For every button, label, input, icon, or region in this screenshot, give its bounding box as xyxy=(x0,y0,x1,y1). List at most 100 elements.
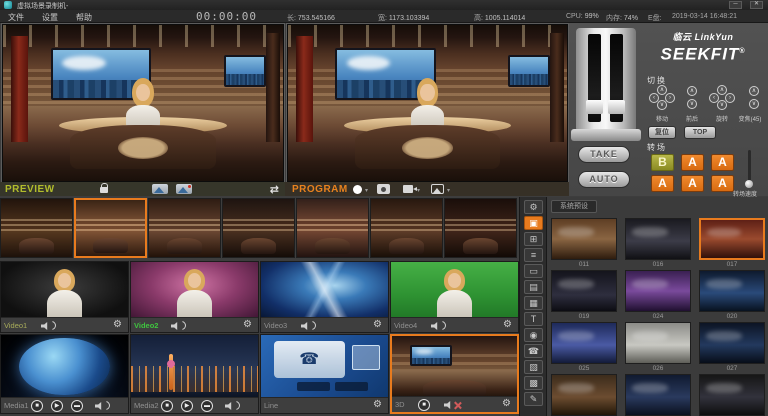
menu-help[interactable]: 帮助 xyxy=(76,12,92,23)
preset-row4-1[interactable] xyxy=(551,374,617,416)
scene-thumb-1[interactable] xyxy=(0,198,73,258)
video2-cell[interactable]: Video2 ⚙ xyxy=(130,261,259,333)
scene-thumb-6[interactable] xyxy=(370,198,443,258)
copy-icon[interactable]: ⊞ xyxy=(524,232,543,246)
speed-slider-knob[interactable] xyxy=(745,180,753,188)
video4-cell[interactable]: Video4 ⚙ xyxy=(390,261,519,333)
record-icon[interactable] xyxy=(353,185,362,194)
media2-cell[interactable]: Media2 ■ ▶ ▬ xyxy=(130,334,259,414)
transition-effect-b-icon[interactable] xyxy=(176,184,192,194)
scene3d-stop-button[interactable]: ■ xyxy=(418,399,430,411)
take-button[interactable]: TAKE xyxy=(578,146,630,163)
speaker-icon[interactable] xyxy=(95,402,105,410)
edit-icon[interactable]: ✎ xyxy=(524,392,543,406)
t-bar-handle-right[interactable] xyxy=(608,100,625,114)
transition-a3-button[interactable]: A xyxy=(651,175,674,192)
scene-thumb-4[interactable] xyxy=(222,198,295,258)
layers-icon[interactable]: ▤ xyxy=(524,280,543,294)
preset-row4-3[interactable] xyxy=(699,374,765,416)
preset-026[interactable]: 026 xyxy=(625,322,691,372)
transition-a4-button[interactable]: A xyxy=(681,175,704,192)
snapshot-camera-icon[interactable] xyxy=(377,184,390,194)
capture-caret-icon[interactable]: ▾ xyxy=(417,187,420,194)
pattern-icon[interactable]: ▧ xyxy=(524,360,543,374)
rotate-right-button[interactable]: › xyxy=(725,93,735,103)
media2-stop-button[interactable]: ■ xyxy=(161,400,173,412)
menu-settings[interactable]: 设置 xyxy=(42,12,58,23)
zoom-in-button[interactable]: ∧ xyxy=(749,86,759,96)
media1-play-button[interactable]: ▶ xyxy=(51,400,63,412)
speaker-icon[interactable] xyxy=(41,322,51,330)
t-bar-handle-left[interactable] xyxy=(586,100,603,114)
save-scene-icon[interactable]: ▣ xyxy=(524,216,543,230)
swap-preview-program-icon[interactable]: ⇄ xyxy=(270,183,279,196)
grid-icon[interactable]: ▦ xyxy=(524,296,543,310)
auto-button[interactable]: AUTO xyxy=(578,171,630,188)
transition-a5-button[interactable]: A xyxy=(711,175,734,192)
scene-thumb-7[interactable] xyxy=(444,198,517,258)
speaker-icon[interactable] xyxy=(301,322,311,330)
speaker-icon[interactable] xyxy=(171,322,181,330)
scene-thumb-2-selected[interactable] xyxy=(74,198,147,258)
transition-speed-slider[interactable] xyxy=(748,150,751,186)
dolly-forward-button[interactable]: ∧ xyxy=(687,86,697,96)
video2-gear-icon[interactable]: ⚙ xyxy=(243,319,252,330)
top-button[interactable]: TOP xyxy=(684,126,716,139)
video3-cell[interactable]: Video3 ⚙ xyxy=(260,261,389,333)
move-left-button[interactable]: ‹ xyxy=(649,93,659,103)
rotate-left-button[interactable]: ‹ xyxy=(709,93,719,103)
reset-button[interactable]: 复位 xyxy=(648,126,676,139)
preset-025[interactable]: 025 xyxy=(551,322,617,372)
minimize-button[interactable]: ─ xyxy=(729,1,742,9)
news-anchor xyxy=(122,78,164,128)
media2-pause-button[interactable]: ▬ xyxy=(201,400,213,412)
camera-icon[interactable]: ◉ xyxy=(524,328,543,342)
preset-row4-2[interactable] xyxy=(625,374,691,416)
preset-019[interactable]: 019 xyxy=(551,270,617,320)
video1-gear-icon[interactable]: ⚙ xyxy=(113,319,122,330)
transition-b-button[interactable]: B xyxy=(651,154,674,171)
list-icon[interactable]: ≡ xyxy=(524,248,543,262)
preset-020[interactable]: 020 xyxy=(699,270,765,320)
dolly-back-button[interactable]: ∨ xyxy=(687,99,697,109)
text-icon[interactable]: T xyxy=(524,312,543,326)
video3-gear-icon[interactable]: ⚙ xyxy=(373,319,382,330)
preset-tab[interactable]: 系统预设 xyxy=(551,200,597,213)
menu-file[interactable]: 文件 xyxy=(8,12,24,23)
close-button[interactable]: ✕ xyxy=(750,1,763,9)
scene-thumb-5[interactable] xyxy=(296,198,369,258)
settings-gear-icon[interactable]: ⚙ xyxy=(524,200,543,214)
mask-icon[interactable]: ▩ xyxy=(524,376,543,390)
speaker-icon[interactable] xyxy=(225,402,235,410)
preset-017-selected[interactable]: 017 xyxy=(699,218,765,268)
video1-cell[interactable]: Video1 ⚙ xyxy=(0,261,129,333)
media1-cell[interactable]: Media1 ■ ▶ ▬ xyxy=(0,334,129,414)
transition-effect-a-icon[interactable] xyxy=(152,184,168,194)
preset-011[interactable]: 011 xyxy=(551,218,617,268)
lock-icon[interactable] xyxy=(100,187,108,193)
transition-a1-button[interactable]: A xyxy=(681,154,704,171)
video-capture-icon[interactable] xyxy=(403,185,413,193)
speaker-icon[interactable] xyxy=(431,322,441,330)
picture-output-icon[interactable] xyxy=(431,184,444,194)
media1-pause-button[interactable]: ▬ xyxy=(71,400,83,412)
media1-stop-button[interactable]: ■ xyxy=(31,400,43,412)
t-bar-fader[interactable] xyxy=(576,28,636,132)
preset-016[interactable]: 016 xyxy=(625,218,691,268)
media2-play-button[interactable]: ▶ xyxy=(181,400,193,412)
scene3d-cell-selected[interactable]: 3D ■ ⚙ xyxy=(390,334,519,414)
picture-caret-icon[interactable]: ▾ xyxy=(447,187,450,194)
preset-024[interactable]: 024 xyxy=(625,270,691,320)
phone-icon[interactable]: ☎ xyxy=(524,344,543,358)
scene-thumb-3[interactable] xyxy=(148,198,221,258)
record-caret-icon[interactable]: ▾ xyxy=(365,187,368,194)
video4-gear-icon[interactable]: ⚙ xyxy=(503,319,512,330)
preset-027[interactable]: 027 xyxy=(699,322,765,372)
monitor-icon[interactable]: ▭ xyxy=(524,264,543,278)
move-right-button[interactable]: › xyxy=(665,93,675,103)
line-cell[interactable]: ☎ Line ⚙ xyxy=(260,334,389,414)
zoom-out-button[interactable]: ∨ xyxy=(749,99,759,109)
line-gear-icon[interactable]: ⚙ xyxy=(373,399,382,410)
transition-a2-button[interactable]: A xyxy=(711,154,734,171)
scene3d-gear-icon[interactable]: ⚙ xyxy=(502,398,511,409)
